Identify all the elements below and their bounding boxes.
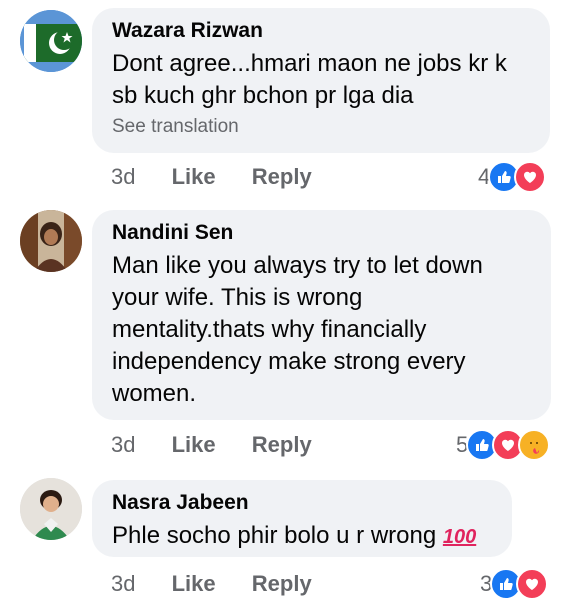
comment-author[interactable]: Wazara Rizwan xyxy=(112,18,530,44)
love-icon xyxy=(514,161,547,193)
comment-text-line: women. xyxy=(112,380,197,407)
comment-text-line: Man like you always try to let down xyxy=(112,252,483,279)
reaction-summary[interactable]: 4 xyxy=(478,161,547,193)
comment-text-line: your wife. This is wrong xyxy=(112,284,363,311)
care-icon xyxy=(518,429,551,461)
like-button[interactable]: Like xyxy=(172,432,216,458)
comment-bubble: Nandini Sen Man like you always try to l… xyxy=(92,210,551,420)
comment-actions: 3d Like Reply xyxy=(111,432,342,458)
avatar[interactable] xyxy=(20,478,82,540)
comment-timestamp[interactable]: 3d xyxy=(111,164,135,190)
comment-bubble: Nasra Jabeen Phle socho phir bolo u r wr… xyxy=(92,480,512,557)
avatar[interactable] xyxy=(20,10,82,72)
child-photo-avatar-icon xyxy=(20,478,82,540)
hundred-points-icon: 100 xyxy=(442,526,477,548)
comment-text-line: independency make strong every xyxy=(112,348,466,375)
reaction-summary[interactable]: 3 xyxy=(480,568,549,600)
love-icon xyxy=(516,568,549,600)
reply-button[interactable]: Reply xyxy=(252,432,312,458)
reply-button[interactable]: Reply xyxy=(252,571,312,597)
comment-author[interactable]: Nasra Jabeen xyxy=(112,490,492,516)
comment-author[interactable]: Nandini Sen xyxy=(112,220,531,246)
comment-timestamp[interactable]: 3d xyxy=(111,432,135,458)
comment-text-line: Phle socho phir bolo u r wrong 100 xyxy=(112,520,492,553)
pakistan-flag-avatar-icon xyxy=(20,10,82,72)
comment-bubble: Wazara Rizwan Dont agree...hmari maon ne… xyxy=(92,8,550,153)
comment-text: Phle socho phir bolo u r wrong xyxy=(112,522,437,549)
reply-button[interactable]: Reply xyxy=(252,164,312,190)
see-translation-link[interactable]: See translation xyxy=(112,114,530,140)
comment-actions: 3d Like Reply xyxy=(111,164,342,190)
like-button[interactable]: Like xyxy=(172,164,216,190)
person-photo-avatar-icon xyxy=(20,210,82,272)
reaction-summary[interactable]: 5 xyxy=(456,429,551,461)
avatar[interactable] xyxy=(20,210,82,272)
comment-text-line: Dont agree...hmari maon ne jobs kr k xyxy=(112,50,507,77)
comment-text-line: mentality.thats why financially xyxy=(112,316,427,343)
comment-actions: 3d Like Reply xyxy=(111,571,342,597)
comment-timestamp[interactable]: 3d xyxy=(111,571,135,597)
like-button[interactable]: Like xyxy=(172,571,216,597)
comment-text-line: sb kuch ghr bchon pr lga dia xyxy=(112,82,414,109)
